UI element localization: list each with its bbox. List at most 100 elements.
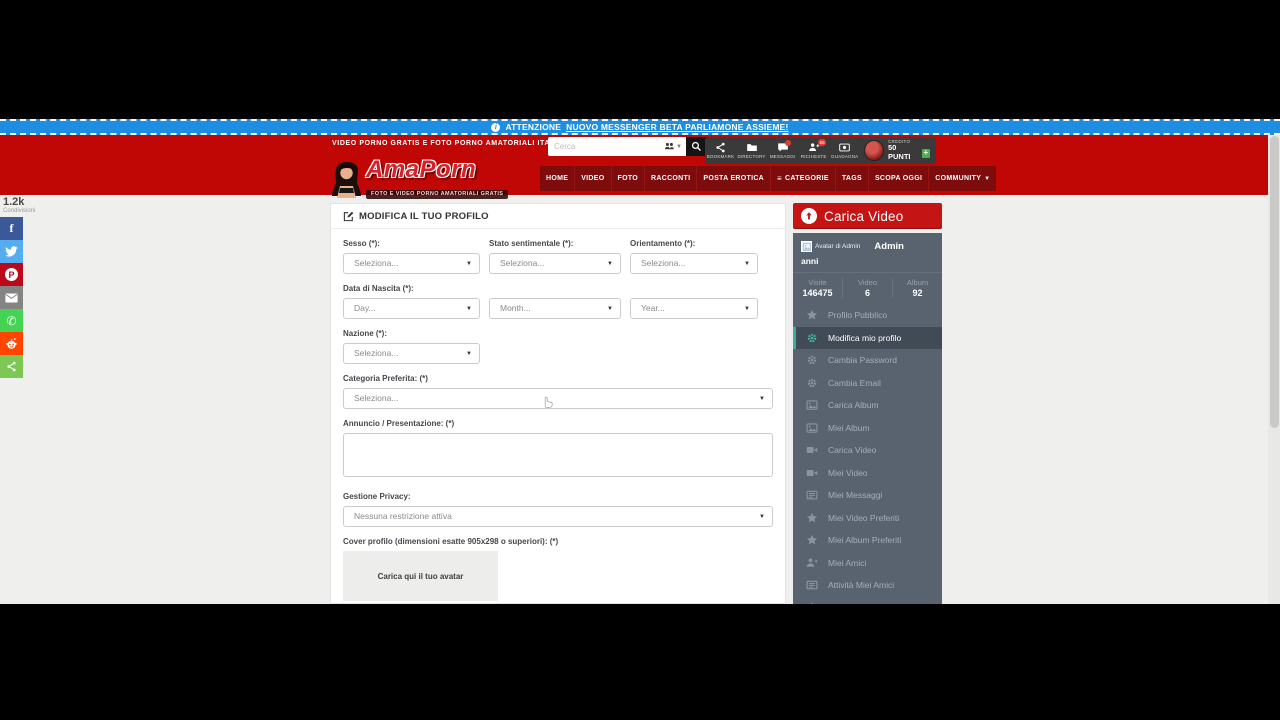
stat-visite: Visite 146475	[793, 278, 842, 298]
menu-miei-album[interactable]: Miei Album	[793, 417, 942, 440]
nascita-label: Data di Nascita (*):	[343, 284, 773, 293]
nazione-label: Nazione (*):	[343, 329, 773, 338]
quick-actions-bar: BOOKMARK DIRECTORY MESSAGGI 65	[705, 137, 936, 164]
menu-profilo-pubblico[interactable]: Profilo Pubblico	[793, 304, 942, 327]
nazione-select[interactable]: Seleziona...▼	[343, 343, 480, 364]
requests-badge: 65	[818, 139, 826, 146]
search-icon	[691, 141, 702, 152]
logo-subtitle: FOTO E VIDEO PORNO AMATORIALI GRATIS	[366, 190, 508, 199]
menu-miei-amici[interactable]: Miei Amici	[793, 552, 942, 575]
menu-modifica-profilo[interactable]: Modifica mio profilo	[793, 327, 942, 350]
categoria-select[interactable]: Seleziona...▼	[343, 388, 773, 409]
menu-miei-album-preferiti[interactable]: Miei Album Preferiti	[793, 529, 942, 552]
envelope-icon	[5, 293, 18, 303]
earn-button[interactable]: GUADAGNA	[829, 137, 860, 164]
nav-categorie[interactable]: ≡ CATEGORIE	[771, 166, 835, 191]
gear-icon	[805, 354, 819, 366]
stat-video: Video 6	[842, 278, 892, 298]
privacy-label: Gestione Privacy:	[343, 492, 773, 501]
upload-icon	[801, 208, 817, 224]
stato-select[interactable]: Seleziona...▼	[489, 253, 621, 274]
generic-share-button[interactable]	[0, 355, 23, 378]
header-tagline: VIDEO PORNO GRATIS E FOTO PORNO AMATORIA…	[332, 140, 577, 147]
notice-text: ATTENZIONE	[505, 122, 561, 132]
social-share-rail: f P ✆	[0, 217, 23, 378]
day-select[interactable]: Day...▼	[343, 298, 480, 319]
search-button[interactable]	[686, 137, 707, 156]
scrollbar-track[interactable]	[1268, 119, 1280, 604]
nav-community[interactable]: COMMUNITY ▼	[929, 166, 996, 191]
money-icon	[838, 142, 851, 153]
video-camera-icon	[805, 467, 819, 479]
email-share-button[interactable]	[0, 286, 23, 309]
site-header: VIDEO PORNO GRATIS E FOTO PORNO AMATORIA…	[0, 135, 1268, 195]
menu-attivita-amici[interactable]: Attività Miei Amici	[793, 574, 942, 597]
site-logo[interactable]: AmaPorn FOTO E VIDEO PORNO AMATORIALI GR…	[330, 158, 508, 200]
add-credit-button[interactable]: +	[922, 149, 930, 158]
avatar-alt-text: Avatar di Admin	[815, 243, 860, 250]
menu-cambia-email[interactable]: Cambia Email	[793, 372, 942, 395]
star-icon	[805, 534, 819, 546]
reddit-share-button[interactable]	[0, 332, 23, 355]
share-nodes-icon	[6, 361, 17, 372]
nav-home[interactable]: HOME	[540, 166, 574, 191]
nav-video[interactable]: VIDEO	[575, 166, 610, 191]
pinterest-share-button[interactable]: P	[0, 263, 23, 286]
cover-upload-dropzone[interactable]: Carica qui il tuo avatar	[343, 551, 498, 601]
stato-label: Stato sentimentale (*):	[489, 239, 621, 248]
notification-dot	[785, 140, 791, 146]
nav-foto[interactable]: FOTO	[612, 166, 645, 191]
letterbox-bottom	[0, 604, 1280, 720]
bookmark-button[interactable]: BOOKMARK	[705, 137, 736, 164]
activity-list-icon	[805, 579, 819, 591]
info-icon: i	[491, 123, 500, 132]
menu-carica-album[interactable]: Carica Album	[793, 394, 942, 417]
privacy-select[interactable]: Nessuna restrizione attiva▼	[343, 506, 773, 527]
twitter-bird-icon	[5, 246, 18, 257]
letterbox-top	[0, 0, 1280, 119]
nav-racconti[interactable]: RACCONTI	[645, 166, 696, 191]
twitter-share-button[interactable]	[0, 240, 23, 263]
user-panel: Avatar di Admin Admin anni Visite 146475…	[793, 233, 942, 604]
search-category-select[interactable]: ▼	[660, 137, 686, 156]
chevron-down-icon: ▼	[676, 144, 682, 150]
search-input[interactable]	[548, 137, 660, 156]
nav-posta-erotica[interactable]: POSTA EROTICA	[697, 166, 770, 191]
messages-button[interactable]: MESSAGGI	[767, 137, 798, 164]
cover-label: Cover profilo (dimensioni esatte 905x298…	[343, 537, 773, 546]
menu-esci[interactable]: Esci	[793, 597, 942, 605]
menu-miei-messaggi[interactable]: Miei Messaggi	[793, 484, 942, 507]
menu-carica-video[interactable]: Carica Video	[793, 439, 942, 462]
upload-video-button[interactable]: Carica Video	[793, 203, 942, 229]
annuncio-label: Annuncio / Presentazione: (*)	[343, 419, 773, 428]
menu-cambia-password[interactable]: Cambia Password	[793, 349, 942, 372]
user-name: Admin	[874, 241, 904, 252]
menu-miei-video[interactable]: Miei Video	[793, 462, 942, 485]
requests-button[interactable]: 65 RICHIESTE	[798, 137, 829, 164]
gear-icon	[805, 377, 819, 389]
image-icon	[805, 422, 819, 434]
video-camera-icon	[805, 444, 819, 456]
nav-scopa-oggi[interactable]: SCOPA OGGI	[869, 166, 928, 191]
menu-miei-video-preferiti[interactable]: Miei Video Preferiti	[793, 507, 942, 530]
panel-title: MODIFICA IL TUO PROFILO	[331, 204, 785, 229]
directory-button[interactable]: DIRECTORY	[736, 137, 767, 164]
facebook-share-button[interactable]: f	[0, 217, 23, 240]
share-icon	[715, 142, 726, 153]
whatsapp-share-button[interactable]: ✆	[0, 309, 23, 332]
nav-tags[interactable]: TAGS	[836, 166, 868, 191]
sesso-select[interactable]: Seleziona...▼	[343, 253, 480, 274]
orientamento-select[interactable]: Seleziona...▼	[630, 253, 758, 274]
stat-album: Album 92	[892, 278, 942, 298]
year-select[interactable]: Year...▼	[630, 298, 758, 319]
share-count: 1.2k Condivisioni	[3, 197, 35, 214]
person-add-icon	[805, 557, 819, 569]
annuncio-textarea[interactable]	[343, 433, 773, 477]
star-icon	[805, 309, 819, 321]
scrollbar-thumb[interactable]	[1270, 136, 1279, 428]
edit-pencil-icon	[343, 211, 354, 222]
notice-link[interactable]: NUOVO MESSENGER BETA PARLIAMONE ASSIEME!	[566, 122, 788, 132]
month-select[interactable]: Month...▼	[489, 298, 621, 319]
orientamento-label: Orientamento (*):	[630, 239, 758, 248]
user-avatar[interactable]	[864, 140, 884, 161]
